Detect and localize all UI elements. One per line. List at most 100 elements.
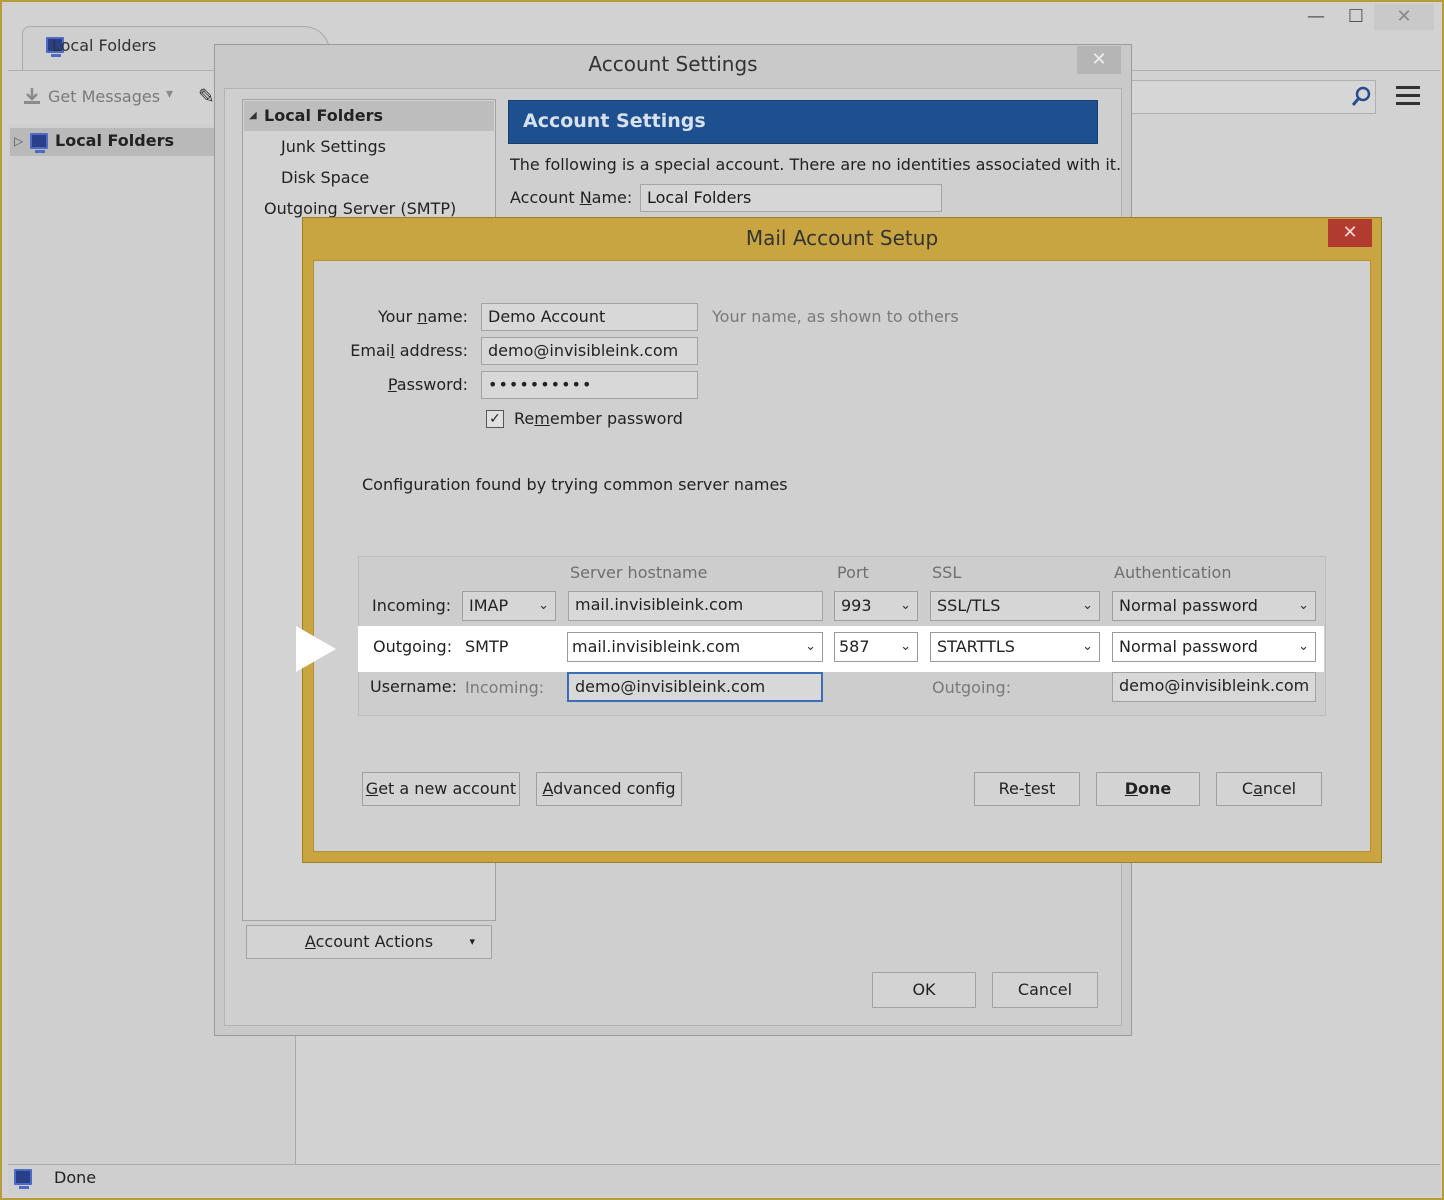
account-actions-label-accesskey: A <box>304 932 316 951</box>
chevron-down-icon: ⌄ <box>1082 639 1093 654</box>
column-header-port: Port <box>837 563 869 582</box>
label-pre: Emai <box>350 341 391 360</box>
label-pre: Your <box>377 307 418 326</box>
outgoing-hostname-value: mail.invisibleink.com <box>572 637 741 656</box>
outgoing-ssl-value: STARTTLS <box>937 637 1015 656</box>
outgoing-port-select[interactable]: 587 ⌄ <box>834 632 918 662</box>
username-label: Username: <box>370 677 457 696</box>
account-name-label-accesskey: N <box>579 188 592 207</box>
your-name-hint: Your name, as shown to others <box>712 307 959 326</box>
mail-setup-close-button[interactable]: ✕ <box>1328 219 1372 247</box>
username-incoming-label: Incoming: <box>465 678 545 697</box>
incoming-port-select[interactable]: 993 ⌄ <box>834 591 918 621</box>
label-accesskey: G <box>365 779 379 798</box>
incoming-protocol-select[interactable]: IMAP ⌄ <box>462 591 556 621</box>
label-post: et a new account <box>378 779 517 798</box>
label-post: ncel <box>1262 779 1297 798</box>
label-post: dvanced config <box>553 779 676 798</box>
expand-icon[interactable]: ▷ <box>14 134 23 148</box>
incoming-hostname-input[interactable]: mail.invisibleink.com <box>568 591 823 621</box>
dropdown-caret-icon: ▾ <box>469 935 475 948</box>
outgoing-label: Outgoing: <box>373 637 453 656</box>
account-name-label-post: ame: <box>591 188 633 207</box>
column-header-ssl: SSL <box>932 563 962 582</box>
incoming-ssl-select[interactable]: SSL/TLS ⌄ <box>930 591 1100 621</box>
tree-header-label: Local Folders <box>264 106 383 125</box>
label-accesskey: a <box>1253 779 1263 798</box>
tab-label: Local Folders <box>52 36 157 55</box>
outgoing-auth-value: Normal password <box>1119 637 1258 656</box>
get-messages-dropdown-icon[interactable]: ▾ <box>166 86 173 102</box>
label-accesskey: m <box>534 409 550 428</box>
folder-label: Local Folders <box>55 131 174 150</box>
label-post: est <box>1030 779 1056 798</box>
label-post: ame: <box>427 307 468 326</box>
advanced-config-button[interactable]: Advanced config <box>536 772 682 806</box>
pointer-arrow-icon <box>296 626 336 672</box>
banner-title: Account Settings <box>523 110 706 132</box>
label-pre: Re <box>514 409 535 428</box>
incoming-port-value: 993 <box>841 596 872 615</box>
outgoing-hostname-select[interactable]: mail.invisibleink.com ⌄ <box>567 632 823 662</box>
mail-setup-cancel-button[interactable]: Cancel <box>1216 772 1322 806</box>
label-pre: Re- <box>998 779 1025 798</box>
mail-setup-title: Mail Account Setup <box>745 226 939 250</box>
write-pencil-icon[interactable]: ✎ <box>198 84 215 108</box>
close-icon: ✕ <box>1396 6 1412 27</box>
account-settings-close-button[interactable]: ✕ <box>1077 46 1121 74</box>
chevron-down-icon: ⌄ <box>1298 639 1309 654</box>
done-button[interactable]: Done <box>1096 772 1200 806</box>
chevron-down-icon: ⌄ <box>538 598 549 613</box>
email-label: Email address: <box>330 341 468 360</box>
retest-button[interactable]: Re-test <box>974 772 1080 806</box>
search-icon[interactable] <box>1350 86 1372 108</box>
account-settings-title: Account Settings <box>588 52 758 76</box>
outgoing-port-value: 587 <box>839 637 870 656</box>
account-settings-cancel-button[interactable]: Cancel <box>992 972 1098 1008</box>
maximize-icon: ☐ <box>1347 6 1365 27</box>
chevron-down-icon: ⌄ <box>1298 598 1309 613</box>
get-new-account-button[interactable]: Get a new account <box>362 772 520 806</box>
collapse-icon[interactable]: ◢ <box>249 110 257 121</box>
username-outgoing-input[interactable]: demo@invisibleink.com <box>1112 672 1316 702</box>
close-icon: ✕ <box>1091 49 1107 70</box>
email-input[interactable]: demo@invisibleink.com <box>481 337 698 365</box>
account-actions-label: ccount Actions <box>315 932 434 951</box>
your-name-label: Your name: <box>330 307 468 326</box>
your-name-input[interactable]: Demo Account <box>481 303 698 331</box>
label-accesskey: A <box>542 779 554 798</box>
close-icon: ✕ <box>1342 222 1358 243</box>
tree-item-outgoing-server[interactable]: Outgoing Server (SMTP) <box>264 199 456 218</box>
password-label: Password: <box>330 375 468 394</box>
ok-button[interactable]: OK <box>872 972 976 1008</box>
incoming-auth-select[interactable]: Normal password ⌄ <box>1112 591 1316 621</box>
password-input[interactable]: •••••••••• <box>481 371 698 399</box>
config-found-message: Configuration found by trying common ser… <box>362 475 788 494</box>
column-header-hostname: Server hostname <box>570 563 708 582</box>
outgoing-ssl-select[interactable]: STARTTLS ⌄ <box>930 632 1100 662</box>
download-icon <box>22 86 42 106</box>
label-accesskey: D <box>1124 779 1139 798</box>
label-post: address: <box>394 341 468 360</box>
tree-item-disk-space[interactable]: Disk Space <box>281 168 369 187</box>
status-text: Done <box>54 1168 97 1187</box>
remember-password-label[interactable]: Remember password <box>514 409 683 428</box>
chevron-down-icon: ⌄ <box>900 598 911 613</box>
chevron-down-icon: ⌄ <box>900 639 911 654</box>
remember-password-checkbox[interactable]: ✓ <box>486 410 504 428</box>
username-incoming-input[interactable]: demo@invisibleink.com <box>567 672 823 702</box>
get-messages-button[interactable]: Get Messages <box>48 87 160 106</box>
computer-icon <box>30 133 48 153</box>
account-name-label-pre: Account <box>510 188 580 207</box>
window-close-button[interactable]: ✕ <box>1374 4 1434 30</box>
outgoing-auth-select[interactable]: Normal password ⌄ <box>1112 632 1316 662</box>
account-name-input[interactable]: Local Folders <box>640 184 942 212</box>
hamburger-menu-icon[interactable] <box>1396 86 1420 106</box>
label-post: assword: <box>396 375 468 394</box>
tree-item-junk-settings[interactable]: Junk Settings <box>281 137 386 156</box>
chevron-down-icon: ⌄ <box>805 639 816 654</box>
account-actions-button[interactable]: Account Actions ▾ <box>246 925 492 959</box>
search-input[interactable] <box>1128 80 1376 114</box>
special-account-note: The following is a special account. Ther… <box>510 155 1122 174</box>
account-name-label: Account Name: <box>510 188 632 207</box>
